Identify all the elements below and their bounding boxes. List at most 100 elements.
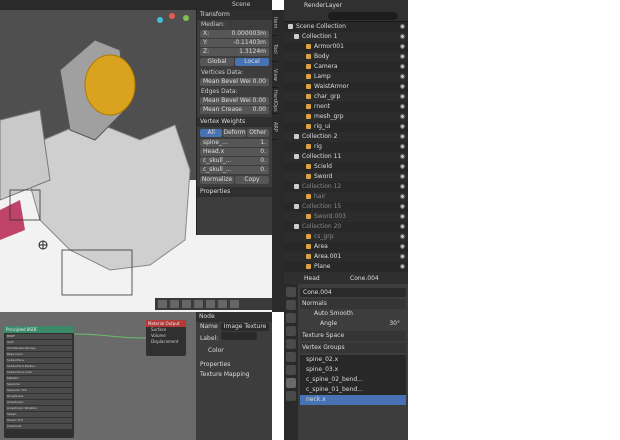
outliner-row[interactable]: Sword ◉ <box>284 172 408 182</box>
material-tab-icon[interactable] <box>286 391 296 401</box>
outliner-row[interactable]: Body ◉ <box>284 52 408 62</box>
outliner-row[interactable]: Collection 20 ◉ <box>284 222 408 232</box>
outliner-row[interactable]: Armor001 ◉ <box>284 42 408 52</box>
node-color-toggle[interactable]: Color <box>196 346 272 356</box>
render-shading-icon[interactable] <box>230 300 239 308</box>
eye-icon[interactable]: ◉ <box>400 142 405 152</box>
node-editor[interactable]: Principled BSDF BSDF GGX Christensen-Burle… <box>0 312 272 440</box>
outliner-row[interactable]: mesh_grp ◉ <box>284 112 408 122</box>
vertex-groups-section[interactable]: Vertex Groups <box>300 343 406 353</box>
eye-icon[interactable]: ◉ <box>400 72 405 82</box>
vw-tab-all[interactable]: All <box>200 129 223 137</box>
node-panel-title[interactable]: Node <box>196 312 272 322</box>
node-properties-section[interactable]: Properties <box>196 360 272 370</box>
eye-icon[interactable]: ◉ <box>400 132 405 142</box>
tool-tab-icon[interactable] <box>286 287 296 297</box>
tab-item[interactable]: Item <box>272 10 278 36</box>
texture-mapping-section[interactable]: Texture Mapping <box>196 370 272 380</box>
eye-icon[interactable]: ◉ <box>400 172 405 182</box>
texture-space-section[interactable]: Texture Space <box>300 331 406 341</box>
outliner-row[interactable]: rnent ◉ <box>284 102 408 112</box>
median-y-field[interactable]: Y: -0.11403m <box>200 39 269 47</box>
global-toggle[interactable]: Global <box>200 58 234 66</box>
outliner-row[interactable]: Camera ◉ <box>284 62 408 72</box>
outliner-row[interactable]: Scield ◉ <box>284 162 408 172</box>
outliner-row[interactable]: Area ◉ <box>284 242 408 252</box>
vertex-weight-row[interactable]: c_skull_... 0. <box>200 157 269 165</box>
material-output-node[interactable]: Material Output Surface Volume Displacem… <box>146 320 186 356</box>
render-tab-icon[interactable] <box>286 300 296 310</box>
eye-icon[interactable]: ◉ <box>400 52 405 62</box>
outliner-row[interactable]: Lamp ◉ <box>284 72 408 82</box>
wireframe-shading-icon[interactable] <box>194 300 203 308</box>
object-tab-icon[interactable] <box>286 339 296 349</box>
eye-icon[interactable]: ◉ <box>400 92 405 102</box>
outliner-row[interactable]: Sword.003 ◉ <box>284 212 408 222</box>
normals-section[interactable]: Normals <box>300 299 406 309</box>
angle-field[interactable]: Angle 30° <box>300 319 406 329</box>
outliner-row[interactable]: Collection 11 ◉ <box>284 152 408 162</box>
mesh-name-field[interactable]: Cone.004 <box>300 288 406 297</box>
node-name-field[interactable]: Image Texture <box>220 323 270 331</box>
3d-viewport[interactable]: Scene Transform Median: X: 0.000003m Y: -0… <box>0 0 272 312</box>
eye-icon[interactable]: ◉ <box>400 62 405 72</box>
solid-shading-icon[interactable] <box>206 300 215 308</box>
mean-crease-field[interactable]: Mean Crease 0.00 <box>200 106 269 114</box>
eye-icon[interactable]: ◉ <box>400 112 405 122</box>
eye-icon[interactable]: ◉ <box>400 82 405 92</box>
output-socket-displacement[interactable]: Displacement <box>146 339 186 345</box>
outliner-row[interactable]: Scene Collection ◉ <box>284 22 408 32</box>
outliner-row[interactable]: Collection 15 ◉ <box>284 202 408 212</box>
eye-icon[interactable]: ◉ <box>400 232 405 242</box>
normalize-button[interactable]: Normalize <box>200 176 234 184</box>
median-x-field[interactable]: X: 0.000003m <box>200 30 269 38</box>
eye-icon[interactable]: ◉ <box>400 212 405 222</box>
eye-icon[interactable]: ◉ <box>400 242 405 252</box>
outliner-row[interactable]: Area.001 ◉ <box>284 252 408 262</box>
eye-icon[interactable]: ◉ <box>400 182 405 192</box>
outliner-search-input[interactable] <box>328 12 398 20</box>
scene-tab-icon[interactable] <box>286 326 296 336</box>
vw-tab-other[interactable]: Other <box>246 129 269 137</box>
xray-icon[interactable] <box>182 300 191 308</box>
eye-icon[interactable]: ◉ <box>400 42 405 52</box>
tab-hardops[interactable]: HardOps <box>272 88 278 114</box>
outliner-row[interactable]: rig ◉ <box>284 142 408 152</box>
outliner-row[interactable]: char_grp ◉ <box>284 92 408 102</box>
constraint-tab-icon[interactable] <box>286 365 296 375</box>
gizmo-icon[interactable] <box>170 300 179 308</box>
tab-arp[interactable]: ARP <box>272 114 278 140</box>
eye-icon[interactable]: ◉ <box>400 262 405 272</box>
vertex-weight-row[interactable]: Head.x 0. <box>200 148 269 156</box>
vertex-group-item[interactable]: spine_02.x <box>300 355 406 365</box>
node-label-field[interactable] <box>221 332 258 340</box>
tab-tool[interactable]: Tool <box>272 36 278 62</box>
outliner-row[interactable]: Plane ◉ <box>284 262 408 272</box>
eye-icon[interactable]: ◉ <box>400 192 405 202</box>
properties-panel-title[interactable]: Properties <box>197 187 272 197</box>
outliner-row[interactable]: Collection 12 ◉ <box>284 182 408 192</box>
vw-tab-deform[interactable]: Deform <box>223 129 246 137</box>
mesh-data-tab-icon[interactable] <box>286 378 296 388</box>
eye-icon[interactable]: ◉ <box>400 122 405 132</box>
copy-button[interactable]: Copy <box>235 176 269 184</box>
outliner-row[interactable]: Collection 2 ◉ <box>284 132 408 142</box>
mean-bevel-weight-edge-field[interactable]: Mean Bevel Wei 0.00 <box>200 97 269 105</box>
modifier-tab-icon[interactable] <box>286 352 296 362</box>
eye-icon[interactable]: ◉ <box>400 162 405 172</box>
auto-smooth-checkbox[interactable]: Auto Smooth <box>300 309 406 319</box>
vertex-group-item[interactable]: neck.x <box>300 395 406 405</box>
eye-icon[interactable]: ◉ <box>400 152 405 162</box>
overlay-icon[interactable] <box>158 300 167 308</box>
vertex-weight-row[interactable]: spine_... 1. <box>200 139 269 147</box>
eye-icon[interactable]: ◉ <box>400 32 405 42</box>
outliner-row[interactable]: Collection 1 ◉ <box>284 32 408 42</box>
vertex-group-item[interactable]: spine_03.x <box>300 365 406 375</box>
eye-icon[interactable]: ◉ <box>400 102 405 112</box>
view-layer-name[interactable]: RenderLayer <box>304 2 342 9</box>
material-shading-icon[interactable] <box>218 300 227 308</box>
tab-view[interactable]: View <box>272 62 278 88</box>
eye-icon[interactable]: ◉ <box>400 222 405 232</box>
local-toggle[interactable]: Local <box>235 58 269 66</box>
vertex-weight-row[interactable]: c_skull_... 0. <box>200 166 269 174</box>
